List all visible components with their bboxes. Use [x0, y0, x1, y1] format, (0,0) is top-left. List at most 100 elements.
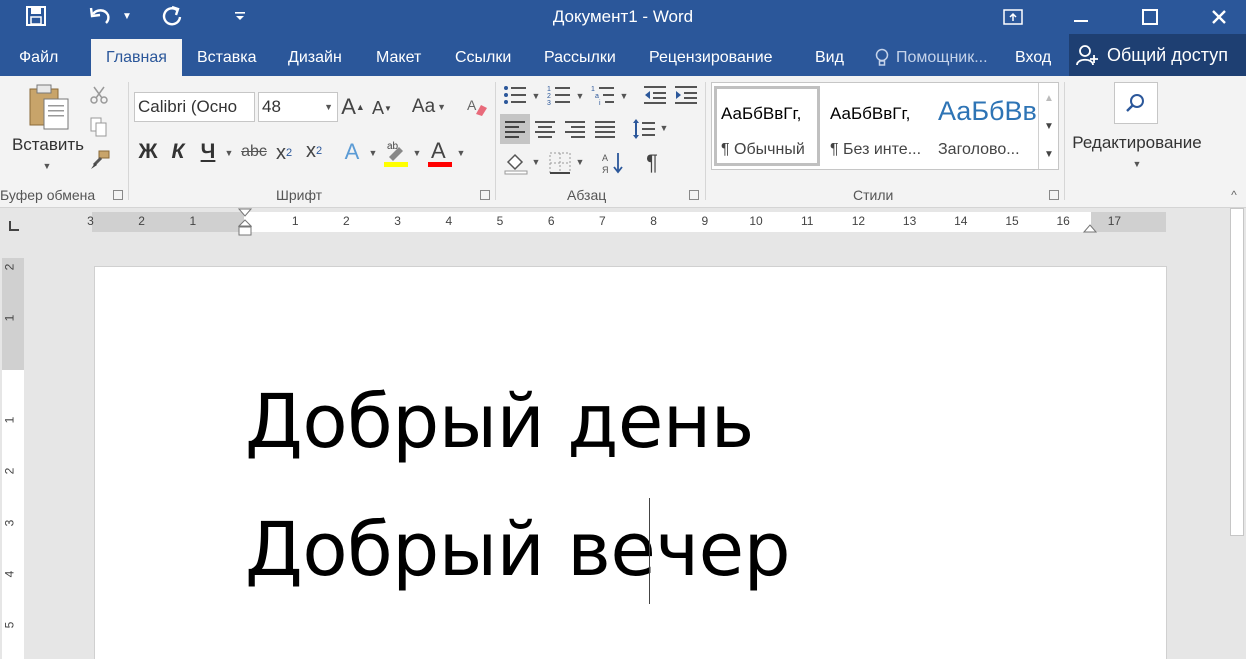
document-page[interactable]: Добрый день Добрый вечер: [94, 266, 1167, 659]
signin-link[interactable]: Вход: [1015, 39, 1051, 76]
superscript-icon[interactable]: x2: [302, 136, 326, 166]
minimize-icon[interactable]: [1058, 0, 1104, 34]
borders-dropdown-icon[interactable]: ▼: [574, 156, 586, 168]
cut-icon[interactable]: [88, 84, 110, 106]
shrink-font-icon[interactable]: A ▼: [370, 94, 394, 122]
align-center-icon[interactable]: [531, 114, 559, 144]
tab-design[interactable]: Дизайн: [288, 39, 342, 76]
line-spacing-dropdown-icon[interactable]: ▼: [658, 122, 670, 134]
copy-icon[interactable]: [88, 116, 110, 138]
change-case-icon[interactable]: Aa ▼: [410, 92, 448, 122]
style-preview: АаБбВвГг,: [721, 104, 802, 123]
ruler-label: 10: [749, 214, 763, 228]
align-right-icon[interactable]: [561, 114, 589, 144]
collapse-ribbon-icon[interactable]: ^: [1226, 188, 1242, 202]
document-line-1[interactable]: Добрый день: [245, 379, 754, 465]
style-heading-1[interactable]: АаБбВв Заголово...: [932, 86, 1036, 166]
horizontal-ruler[interactable]: 3 2 1 1 2 3 4 5 6 7 8 9 10 11 12 13 14 15 16 17: [87, 208, 1166, 236]
justify-icon[interactable]: [591, 114, 619, 144]
tab-file[interactable]: Файл: [19, 39, 58, 76]
font-size-value: 48: [262, 97, 281, 116]
tab-home[interactable]: Главная: [91, 39, 182, 76]
shading-icon[interactable]: [502, 148, 530, 178]
multilevel-list-icon[interactable]: 1ai: [590, 82, 616, 108]
paste-dropdown-icon[interactable]: ▼: [40, 160, 54, 172]
font-name-combo[interactable]: Calibri (Осно: [134, 92, 255, 122]
tab-insert[interactable]: Вставка: [197, 39, 256, 76]
align-left-icon[interactable]: [500, 114, 530, 144]
ruler-label: 1: [291, 214, 299, 228]
right-indent-marker-icon[interactable]: [1083, 220, 1097, 234]
multilevel-dropdown-icon[interactable]: ▼: [618, 90, 630, 102]
indent-marker-icon[interactable]: [238, 208, 252, 238]
font-group-label: Шрифт: [276, 187, 323, 203]
gallery-more-icon[interactable]: ▼: [1039, 141, 1059, 167]
vruler-label: 2: [2, 468, 17, 475]
tab-layout[interactable]: Макет: [376, 39, 421, 76]
paste-button[interactable]: Вставить: [8, 134, 88, 156]
ruler-left-margin: [92, 212, 244, 232]
subscript-icon[interactable]: x2: [272, 138, 296, 168]
ruler-label: 14: [954, 214, 968, 228]
highlight-dropdown-icon[interactable]: ▼: [410, 146, 424, 160]
sort-icon[interactable]: AЯ: [600, 148, 628, 178]
text-effects-icon[interactable]: A: [340, 138, 364, 166]
group-divider: [705, 82, 706, 200]
show-marks-icon[interactable]: ¶: [638, 148, 666, 178]
increase-indent-icon[interactable]: [673, 82, 699, 108]
paste-icon[interactable]: [24, 82, 74, 132]
tell-me-box[interactable]: Помощник...: [874, 39, 988, 76]
highlight-icon[interactable]: ab: [382, 136, 410, 168]
shading-dropdown-icon[interactable]: ▼: [530, 156, 542, 168]
tab-references[interactable]: Ссылки: [455, 39, 511, 76]
editing-button[interactable]: Редактирование: [1068, 132, 1206, 154]
font-color-dropdown-icon[interactable]: ▼: [454, 146, 468, 160]
strikethrough-button[interactable]: abc: [240, 138, 268, 166]
font-color-icon[interactable]: A: [426, 136, 454, 168]
paragraph-launcher-icon[interactable]: [689, 190, 699, 200]
style-no-spacing[interactable]: АаБбВвГг, ¶ Без инте...: [824, 86, 930, 166]
tab-review[interactable]: Рецензирование: [649, 39, 773, 76]
ribbon-display-icon[interactable]: [990, 0, 1036, 34]
numbering-icon[interactable]: 123: [546, 82, 572, 108]
document-line-2[interactable]: Добрый вечер: [245, 507, 791, 593]
group-divider: [1064, 82, 1065, 200]
ruler-label: 3: [87, 214, 94, 228]
gallery-down-icon[interactable]: ▼: [1039, 113, 1059, 139]
search-icon[interactable]: [1114, 82, 1158, 124]
svg-text:Я: Я: [602, 165, 609, 175]
decrease-indent-icon[interactable]: [642, 82, 668, 108]
bold-button[interactable]: Ж: [136, 138, 160, 166]
gallery-up-icon[interactable]: ▲: [1039, 85, 1059, 111]
bullets-icon[interactable]: [502, 82, 528, 108]
underline-button[interactable]: Ч: [196, 138, 220, 166]
borders-icon[interactable]: [546, 148, 574, 178]
styles-launcher-icon[interactable]: [1049, 190, 1059, 200]
scrollbar-thumb[interactable]: [1230, 208, 1244, 536]
format-painter-icon[interactable]: [88, 148, 112, 172]
text-effects-dropdown-icon[interactable]: ▼: [366, 146, 380, 160]
clipboard-launcher-icon[interactable]: [113, 190, 123, 200]
line-spacing-icon[interactable]: [630, 114, 658, 144]
tab-selector-icon[interactable]: [4, 216, 24, 236]
style-normal[interactable]: АаБбВвГг, ¶ Обычный: [714, 86, 820, 166]
lightbulb-icon: [875, 48, 889, 66]
underline-dropdown-icon[interactable]: ▼: [222, 146, 236, 160]
font-size-combo[interactable]: 48 ▼: [258, 92, 338, 122]
italic-button[interactable]: К: [166, 138, 190, 166]
ruler-label: 2: [138, 214, 145, 228]
tab-mailings[interactable]: Рассылки: [544, 39, 616, 76]
close-icon[interactable]: [1196, 0, 1242, 34]
bullets-dropdown-icon[interactable]: ▼: [530, 90, 542, 102]
share-button[interactable]: Общий доступ: [1069, 34, 1246, 76]
clear-formatting-icon[interactable]: A: [464, 94, 490, 120]
vertical-scrollbar[interactable]: [1228, 208, 1246, 659]
numbering-dropdown-icon[interactable]: ▼: [574, 90, 586, 102]
vertical-ruler[interactable]: 2 1 1 2 3 4 5: [2, 258, 24, 659]
tab-view[interactable]: Вид: [815, 39, 844, 76]
maximize-icon[interactable]: [1127, 0, 1173, 34]
ruler-label: 9: [701, 214, 709, 228]
font-launcher-icon[interactable]: [480, 190, 490, 200]
grow-font-icon[interactable]: A ▲: [340, 92, 366, 122]
editing-dropdown-icon[interactable]: ▼: [1130, 158, 1144, 170]
